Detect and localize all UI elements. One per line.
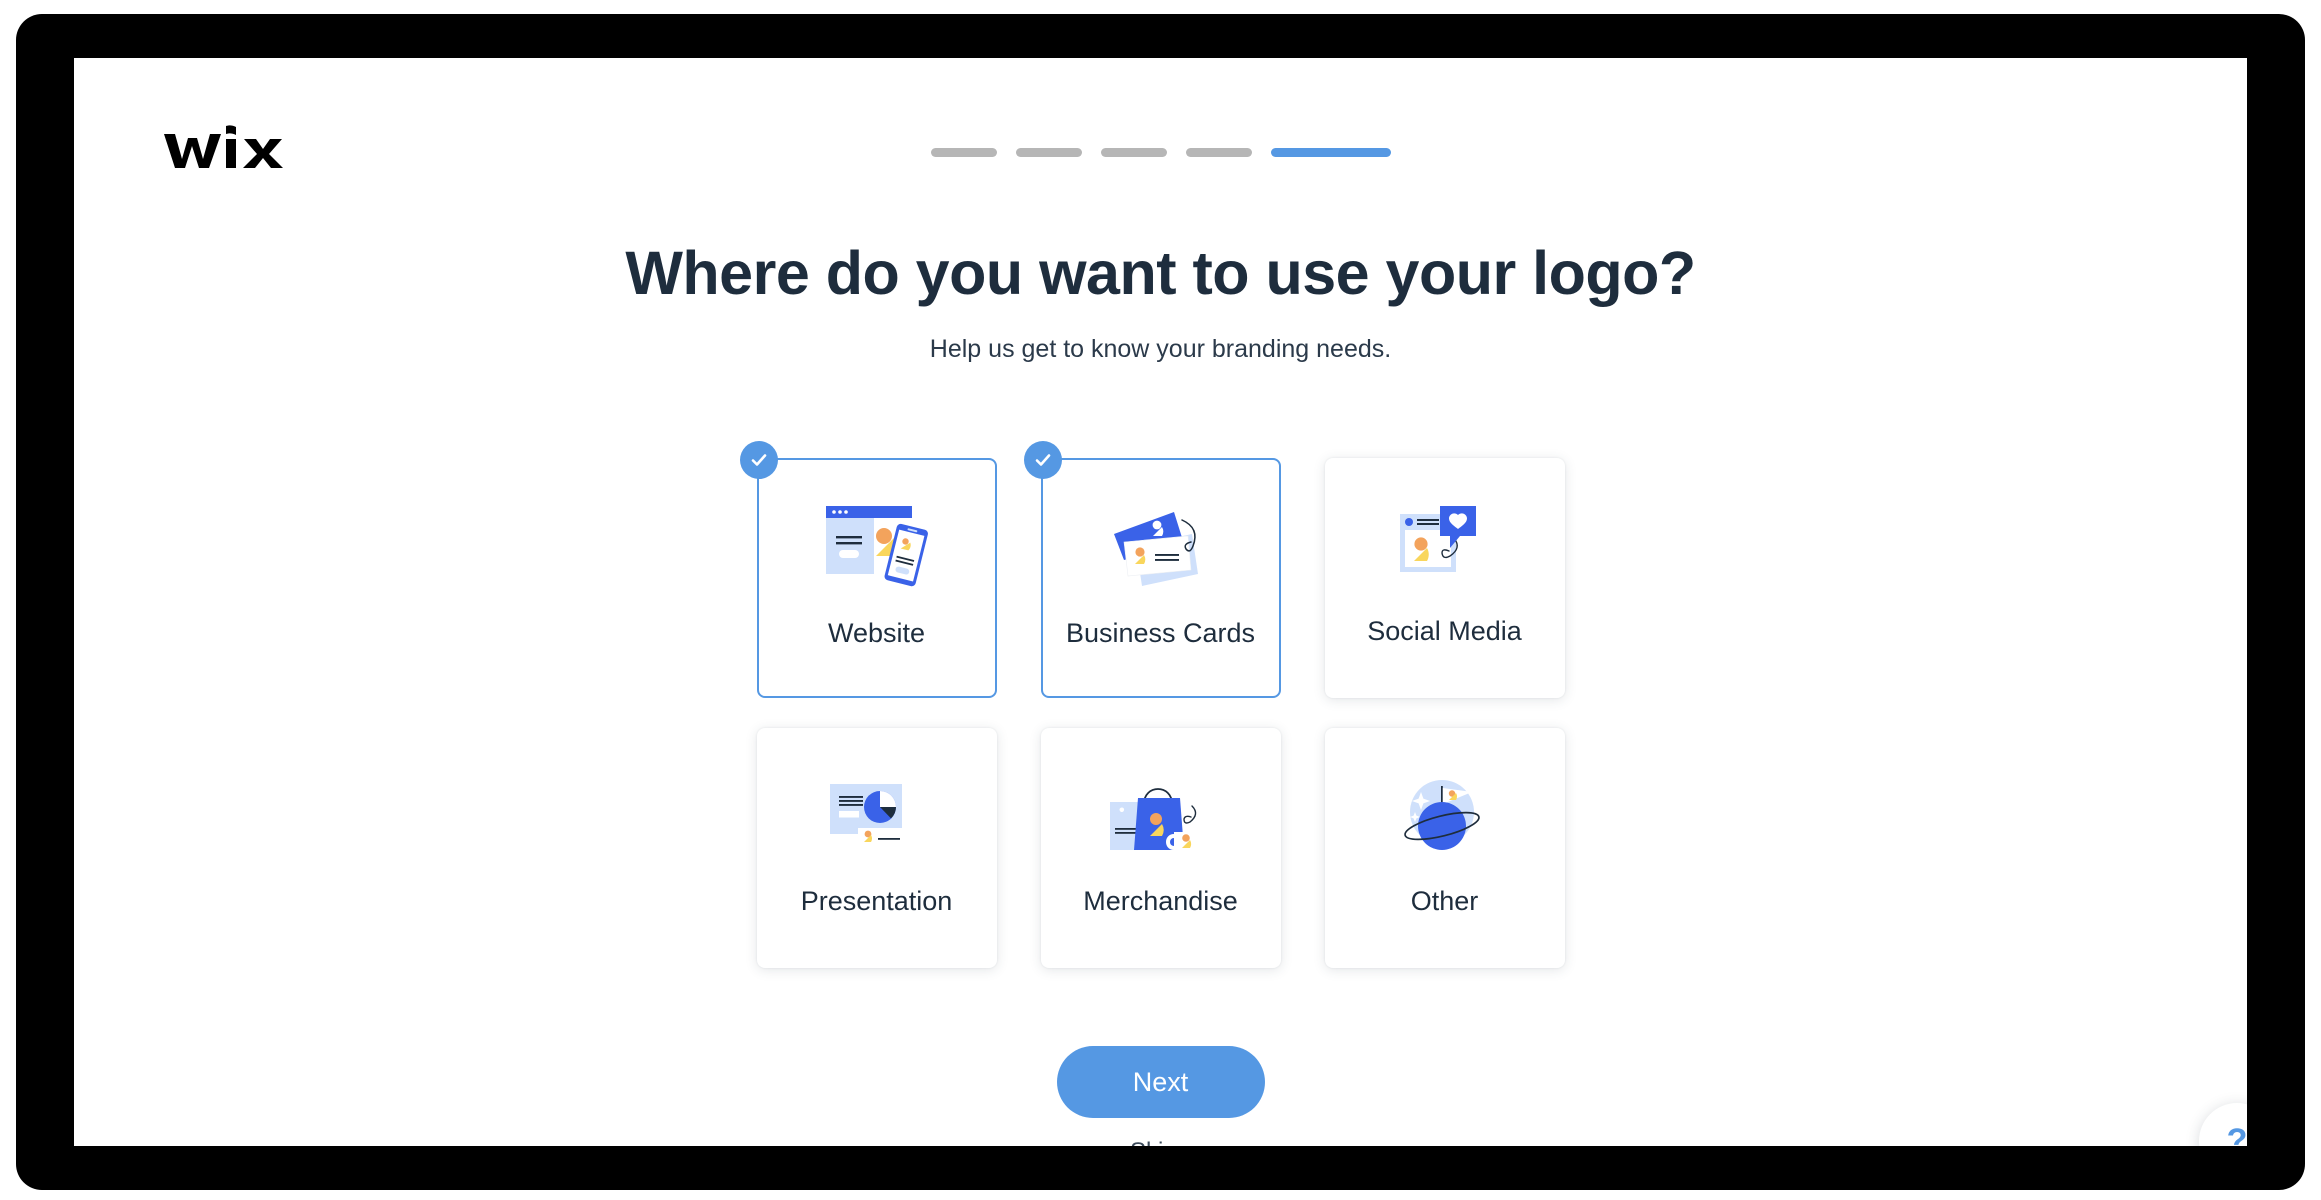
- social-media-illustration: [1380, 492, 1510, 602]
- presentation-illustration: [812, 762, 942, 872]
- option-label: Business Cards: [1065, 618, 1256, 648]
- check-icon: [1023, 441, 1062, 479]
- help-button[interactable]: ?: [2199, 1103, 2247, 1146]
- app-screen: Where do you want to use your logo? Help…: [74, 58, 2247, 1146]
- check-icon: [739, 441, 778, 479]
- page-subtitle: Help us get to know your branding needs.: [929, 335, 1392, 363]
- other-planet-illustration: [1380, 762, 1510, 872]
- option-card-website[interactable]: Website: [739, 441, 997, 698]
- progress-step-5: [1270, 148, 1391, 157]
- options-grid: Website Business Cards Social Media Pres…: [739, 441, 1565, 968]
- option-card-business-cards[interactable]: Business Cards: [1023, 441, 1281, 698]
- device-frame: Where do you want to use your logo? Help…: [16, 14, 2305, 1190]
- option-card-merchandise[interactable]: Merchandise: [1040, 728, 1281, 968]
- option-card-other[interactable]: Other: [1324, 728, 1565, 968]
- option-label: Presentation: [800, 886, 953, 916]
- option-card-presentation[interactable]: Presentation: [756, 728, 997, 968]
- option-card-social-media[interactable]: Social Media: [1324, 458, 1565, 698]
- merchandise-illustration: [1096, 762, 1226, 872]
- option-label: Merchandise: [1083, 886, 1238, 916]
- progress-step-3: [1100, 148, 1167, 157]
- chevron-right-icon: ›: [1184, 1141, 1191, 1147]
- skip-link[interactable]: Skip ›: [1130, 1138, 1191, 1146]
- progress-step-2: [1015, 148, 1082, 157]
- progress-step-1: [930, 148, 997, 157]
- option-label: Website: [827, 618, 926, 648]
- skip-label: Skip: [1130, 1138, 1177, 1146]
- business-cards-illustration: [1096, 494, 1226, 604]
- option-label: Social Media: [1367, 616, 1522, 646]
- next-button[interactable]: Next: [1056, 1046, 1265, 1118]
- option-label: Other: [1410, 886, 1479, 916]
- page-title: Where do you want to use your logo?: [625, 239, 1696, 307]
- website-illustration: [812, 494, 942, 604]
- progress-step-4: [1185, 148, 1252, 157]
- progress-indicator: [74, 148, 2247, 157]
